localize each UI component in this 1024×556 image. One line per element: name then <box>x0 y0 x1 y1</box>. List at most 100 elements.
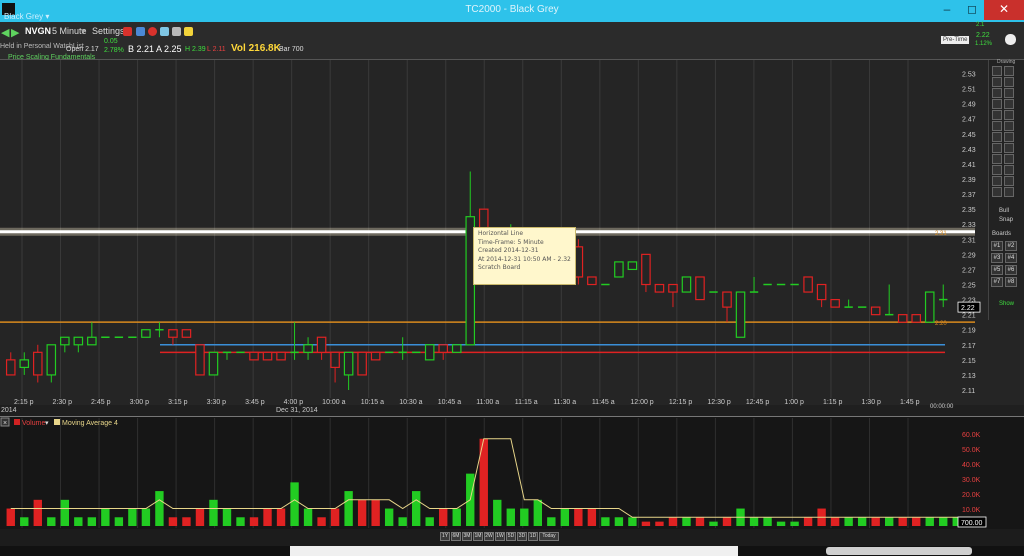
eraser-icon[interactable] <box>992 176 1002 186</box>
volume-bar <box>20 517 29 526</box>
price-axis-label: 2.25 <box>962 283 976 290</box>
palette-icon[interactable] <box>1005 34 1016 45</box>
trend-tool-icon[interactable] <box>992 154 1002 164</box>
board-button[interactable]: #4 <box>1005 253 1017 263</box>
volume-bar <box>114 517 124 526</box>
high-price: H 2.39 <box>185 46 206 53</box>
rect-tool-icon[interactable] <box>992 143 1002 153</box>
candle-body <box>627 261 638 271</box>
line-tool-icon[interactable] <box>992 77 1002 87</box>
back-arrow-icon[interactable]: ◀ <box>1 26 9 39</box>
window-title: TC2000 - Black Grey <box>465 4 559 15</box>
arrow-tool-icon[interactable] <box>992 121 1002 131</box>
alert-icon[interactable] <box>123 27 132 36</box>
rect-tool-alt-icon[interactable] <box>1004 143 1014 153</box>
candle-body <box>668 283 678 293</box>
candle-body <box>168 329 178 338</box>
timeframe-button[interactable]: 1M <box>473 532 483 541</box>
drawing-header: Drawing <box>997 59 1016 65</box>
candle-body <box>681 276 692 293</box>
board-button[interactable]: #3 <box>991 253 1003 263</box>
price-chart[interactable]: 2.53 2.51 2.49 2.47 2.45 2.43 2.41 2.39 2.37 2.35… <box>0 60 1024 556</box>
volume-bar <box>641 521 651 526</box>
volume-bar <box>898 517 907 526</box>
layout-menu[interactable]: Black Grey ▾ <box>0 12 49 22</box>
note-icon[interactable] <box>184 27 193 36</box>
board-button[interactable]: #6 <box>1005 265 1017 275</box>
time-axis-label: 3:00 p <box>130 399 150 406</box>
scroll-range-slider[interactable] <box>826 547 972 555</box>
zoom-tool-icon[interactable] <box>992 165 1002 175</box>
symbol-field[interactable]: NVGN <box>25 26 51 36</box>
timeframe-button[interactable]: 1D <box>528 532 538 541</box>
print-icon[interactable] <box>160 27 169 36</box>
volume-title[interactable]: Volume <box>22 420 45 427</box>
text-tool-alt-icon[interactable] <box>1004 110 1014 120</box>
ma-title[interactable]: Moving Average 4 <box>62 420 118 427</box>
close-icon[interactable]: ✕ <box>984 0 1024 20</box>
forward-arrow-icon[interactable]: ▶ <box>11 26 19 39</box>
layout-menu-label[interactable]: Black Grey ▾ <box>4 12 49 21</box>
right-num: 2.1 <box>976 22 985 28</box>
cursor-alt-icon[interactable] <box>1004 66 1014 76</box>
board-button[interactable]: #8 <box>1005 277 1017 287</box>
zoom-tool-alt-icon[interactable] <box>1004 165 1014 175</box>
color-tool-alt-icon[interactable] <box>1004 187 1014 197</box>
volume-bar <box>74 517 83 526</box>
settings-menu[interactable]: Settings <box>92 26 125 36</box>
time-axis-label: 10:45 a <box>438 399 461 406</box>
price-axis-label: 2.47 <box>962 117 976 124</box>
board-button[interactable]: #5 <box>991 265 1003 275</box>
cursor-icon[interactable] <box>992 66 1002 76</box>
circle-tool-icon[interactable] <box>992 132 1002 142</box>
board-button[interactable]: #1 <box>991 241 1003 251</box>
volume-bar <box>655 521 664 526</box>
board-button[interactable]: #7 <box>991 277 1003 287</box>
candle-body <box>303 344 313 353</box>
volume-axis-label: 10.0K <box>962 507 981 514</box>
volume-bar <box>668 517 678 526</box>
fib-tool-alt-icon[interactable] <box>1004 99 1014 109</box>
timeframe-button[interactable]: 3M <box>462 532 472 541</box>
maximize-icon[interactable]: ◻ <box>959 0 985 20</box>
chevron-down-icon[interactable]: ▾ <box>45 420 49 427</box>
fib-tool-icon[interactable] <box>992 99 1002 109</box>
time-axis-label: 3:45 p <box>245 399 265 406</box>
candle-body <box>249 351 259 361</box>
volume-close-icon[interactable]: × <box>3 420 7 427</box>
pre-time-button[interactable]: Pre-Time <box>941 36 970 44</box>
timeframe-button[interactable]: 3D <box>517 532 527 541</box>
eraser-alt-icon[interactable] <box>1004 176 1014 186</box>
arrow-tool-alt-icon[interactable] <box>1004 121 1014 131</box>
candle-body <box>181 329 192 338</box>
timeframe-button[interactable]: 2W <box>484 532 494 541</box>
minimize-icon[interactable]: – <box>934 0 960 20</box>
circle-tool-alt-icon[interactable] <box>1004 132 1014 142</box>
record-icon[interactable] <box>148 27 157 36</box>
timeframe-button[interactable]: 6M <box>451 532 461 541</box>
text-tool-icon[interactable] <box>992 110 1002 120</box>
show-label[interactable]: Show <box>999 301 1014 307</box>
color-tool-icon[interactable] <box>992 187 1002 197</box>
tooltip-line: Scratch Board <box>478 264 521 272</box>
channel-tool-alt-icon[interactable] <box>1004 88 1014 98</box>
time-axis-label: 4:00 p <box>284 399 304 406</box>
timeframe-button[interactable]: Today <box>539 532 559 541</box>
volume-bar <box>493 499 502 526</box>
price-axis-label: 2.39 <box>962 177 976 184</box>
volume-bar <box>560 508 570 526</box>
link-icon[interactable] <box>172 27 181 36</box>
candle-body <box>438 344 449 353</box>
volume-axis-label: 50.0K <box>962 447 981 454</box>
timeframe-button[interactable]: 1W <box>495 532 505 541</box>
timeframe-button[interactable]: 1Y <box>440 532 450 541</box>
save-icon[interactable] <box>136 27 145 36</box>
line-tool-alt-icon[interactable] <box>1004 77 1014 87</box>
chevron-down-icon[interactable]: ▾ <box>81 26 86 37</box>
channel-tool-icon[interactable] <box>992 88 1002 98</box>
timeframe-button[interactable]: 5D <box>506 532 516 541</box>
tooltip-line: Time-Frame: 5 Minute <box>478 238 544 246</box>
change-amount: 0.05 <box>104 38 118 45</box>
board-button[interactable]: #2 <box>1005 241 1017 251</box>
trend-tool-alt-icon[interactable] <box>1004 154 1014 164</box>
